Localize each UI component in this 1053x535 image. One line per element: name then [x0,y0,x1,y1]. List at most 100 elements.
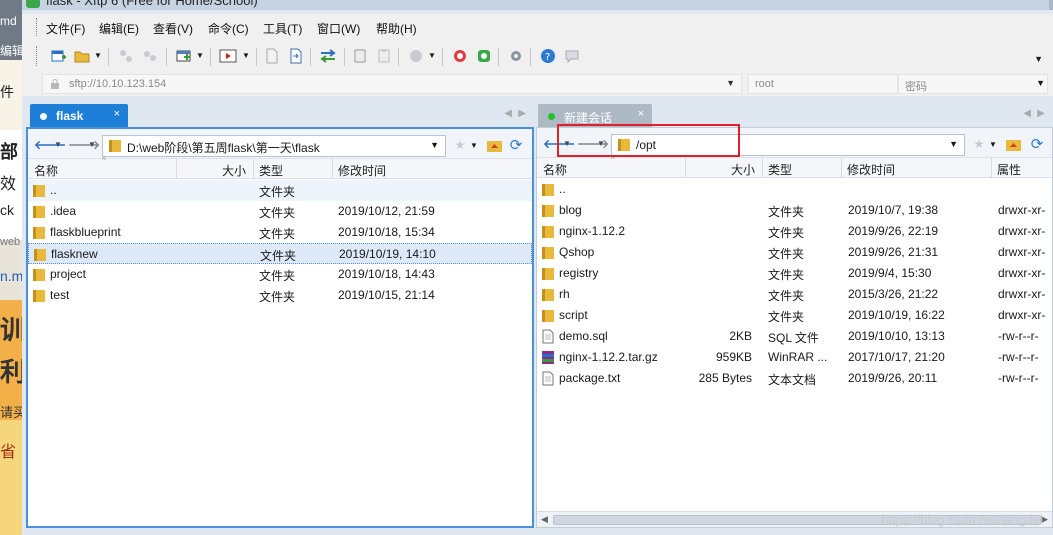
menu-view[interactable]: 查看(V) [153,20,193,37]
sync-icon[interactable] [318,46,338,66]
chevron-left-icon[interactable]: ◀ [504,108,512,119]
xshell-icon[interactable] [450,46,470,66]
home-folder-icon[interactable] [1005,136,1021,152]
chevron-down-icon[interactable]: ▼ [949,139,958,149]
cell-name: nginx-1.12.2 [559,224,626,238]
remote-file-pane: 🡐 ▼ 🡒 ▼ /opt ▼ ★ ▼ ⟳ 名称 ^ 大小 类型 修改时间 属性 … [536,127,1053,528]
chevron-right-icon[interactable]: ▶ [1037,108,1045,119]
local-path-input[interactable]: D:\web阶段\第五周flask\第一天\flask ▼ [102,135,446,157]
home-folder-icon[interactable] [486,137,502,153]
cell-mtime: 2019/10/19, 16:22 [848,308,945,322]
chevron-down-icon[interactable]: ▼ [196,51,204,60]
record-icon[interactable] [406,46,426,66]
table-row[interactable]: test 文件夹 2019/10/15, 21:14 [28,285,532,306]
menu-file[interactable]: 文件(F) [46,20,85,37]
copy-left-icon[interactable] [262,46,282,66]
new-tab-icon[interactable] [174,46,194,66]
table-row[interactable]: project 文件夹 2019/10/18, 14:43 [28,264,532,285]
table-row[interactable]: .idea 文件夹 2019/10/12, 21:59 [28,201,532,222]
chevron-down-icon[interactable]: ▼ [242,51,250,60]
chevron-down-icon[interactable]: ▼ [985,136,1001,152]
col-mtime[interactable]: 修改时间 [847,161,895,178]
menu-edit[interactable]: 编辑(E) [99,20,139,37]
chevron-down-icon[interactable]: ▼ [54,140,62,149]
cell-name: .idea [50,204,77,218]
cell-mtime: 2015/3/26, 21:22 [848,287,939,301]
col-attr[interactable]: 属性 [997,161,1021,178]
new-session-icon[interactable] [48,46,68,66]
toolbar-overflow-icon[interactable]: ▼ [1034,54,1043,64]
chat-icon[interactable] [562,46,582,66]
paste-icon[interactable] [374,46,394,66]
transfer-icon[interactable] [350,46,370,66]
table-row[interactable]: nginx-1.12.2.tar.gz 959KB WinRAR ... 2017/1… [537,347,1052,368]
close-icon[interactable]: × [114,108,120,120]
chevron-down-icon[interactable]: ▼ [428,51,436,60]
local-panel: flask × ◀ ▶ 🡐 ▼ 🡒 ▼ D:\web阶段\第五周flask\第一… [26,103,534,528]
refresh-icon[interactable]: ⟳ [1029,136,1045,153]
address-value: sftp://10.10.123.154 [69,78,167,90]
col-type[interactable]: 类型 [259,162,283,179]
cell-attr: drwxr-xr- [998,203,1046,217]
chevron-right-icon[interactable]: ▶ [518,108,526,119]
settings-icon[interactable] [506,46,526,66]
cell-type: 文件夹 [259,227,296,241]
cell-attr: drwxr-xr- [998,266,1046,280]
username-field[interactable]: root [748,74,898,94]
chevron-down-icon[interactable]: ▼ [94,51,102,60]
disconnect-icon[interactable] [140,46,160,66]
cell-attr: drwxr-xr- [998,245,1046,259]
scroll-left-icon[interactable]: ◀ [541,514,548,525]
connect-icon[interactable] [116,46,136,66]
col-name[interactable]: 名称 [543,161,567,178]
table-row[interactable]: flasknew 文件夹 2019/10/19, 14:10 [28,243,532,264]
terminal-icon[interactable] [218,46,238,66]
close-icon[interactable]: × [638,108,644,120]
refresh-icon[interactable]: ⟳ [508,137,524,154]
chevron-down-icon[interactable]: ▼ [466,137,482,153]
col-type[interactable]: 类型 [768,161,792,178]
lock-icon [51,79,59,89]
address-input[interactable]: sftp://10.10.123.154 ▼ [42,74,742,94]
xftp-icon[interactable] [474,46,494,66]
local-path-bar: 🡐 ▼ 🡒 ▼ D:\web阶段\第五周flask\第一天\flask ▼ ★ … [28,129,532,159]
svg-text:?: ? [545,52,550,63]
chevron-down-icon[interactable]: ▼ [430,140,439,150]
cell-type: 文件夹 [768,205,805,219]
cell-mtime: 2019/10/15, 21:14 [338,288,435,302]
tab-label: flask [56,109,84,123]
chevron-down-icon[interactable]: ▼ [88,140,96,149]
table-row[interactable]: demo.sql 2KB SQL 文件 2019/10/10, 13:13 -rw-r-… [537,326,1052,347]
file-icon [542,371,554,386]
table-row[interactable]: .. [537,179,1052,200]
col-name[interactable]: 名称 [34,162,58,179]
table-row[interactable]: nginx-1.12.2 文件夹 2019/9/26, 22:19 drwxr-xr- [537,221,1052,242]
col-size[interactable]: 大小 [222,162,246,179]
help-icon[interactable]: ? [538,46,558,66]
table-row[interactable]: blog 文件夹 2019/10/7, 19:38 drwxr-xr- [537,200,1052,221]
menu-help[interactable]: 帮助(H) [376,20,417,37]
menu-window[interactable]: 窗口(W) [317,20,360,37]
chevron-down-icon[interactable]: ▼ [726,78,735,88]
chevron-left-icon[interactable]: ◀ [1023,108,1031,119]
tab-flask[interactable]: flask × [30,104,128,128]
menu-tools[interactable]: 工具(T) [263,20,302,37]
folder-icon [33,290,45,302]
table-row[interactable]: Qshop 文件夹 2019/9/26, 21:31 drwxr-xr- [537,242,1052,263]
menu-command[interactable]: 命令(C) [208,20,249,37]
table-row[interactable]: rh 文件夹 2015/3/26, 21:22 drwxr-xr- [537,284,1052,305]
password-field[interactable]: 密码 [898,74,1048,94]
table-row[interactable]: flaskblueprint 文件夹 2019/10/18, 15:34 [28,222,532,243]
open-folder-icon[interactable] [72,46,92,66]
table-row[interactable]: .. 文件夹 [28,180,532,201]
table-row[interactable]: script 文件夹 2019/10/19, 16:22 drwxr-xr- [537,305,1052,326]
cell-name: script [559,308,588,322]
table-row[interactable]: registry 文件夹 2019/9/4, 15:30 drwxr-xr- [537,263,1052,284]
table-row[interactable]: package.txt 285 Bytes 文本文档 2019/9/26, 20:11… [537,368,1052,389]
copy-right-icon[interactable] [286,46,306,66]
col-size[interactable]: 大小 [731,161,755,178]
chevron-down-icon[interactable]: ▼ [1036,78,1045,88]
cell-type: 文本文档 [768,373,817,387]
col-mtime[interactable]: 修改时间 [338,162,386,179]
cell-name: blog [559,203,582,217]
